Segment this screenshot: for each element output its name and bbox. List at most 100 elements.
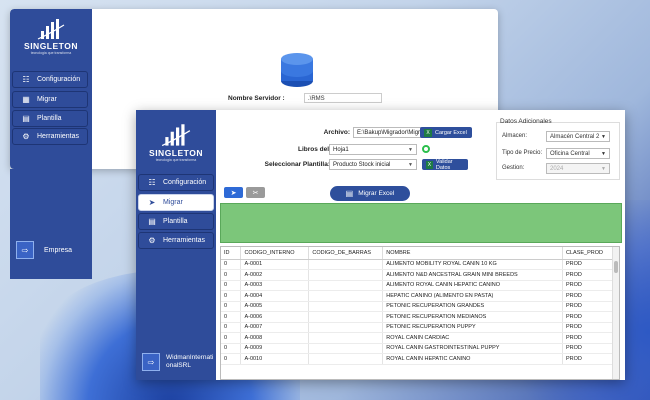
table-cell[interactable]: PETONIC RECUPERATION PUPPY <box>382 322 564 333</box>
table-cell[interactable]: PROD <box>562 280 613 291</box>
nav-label: Herramientas <box>37 133 80 140</box>
table-cell[interactable]: ALIMENTO ROYAL CANIN HEPATIC CANINO <box>382 280 564 291</box>
table-row[interactable]: 0 A-0009 ROYAL CANIN GASTROINTESTINAL PUPP… <box>221 343 613 354</box>
table-cell[interactable]: 0 <box>221 322 242 333</box>
plantilla-select[interactable]: Producto Stock inicial ▼ <box>329 159 417 170</box>
back-nav-migrar[interactable]: ▦ Migrar <box>12 91 88 108</box>
back-nav-configuracion[interactable]: ☷ Configuración <box>12 71 88 88</box>
table-cell[interactable]: PETONIC RECUPERATION GRANDES <box>382 301 564 312</box>
company-selector[interactable]: ⇨ WidmanInternationalSRL <box>142 353 216 371</box>
table-cell[interactable]: PROD <box>562 343 613 354</box>
table-row[interactable]: 0 A-0005 PETONIC RECUPERATION GRANDES PROD <box>221 301 613 312</box>
archivo-label: Archivo: <box>323 129 350 136</box>
table-cell[interactable]: PROD <box>562 259 613 270</box>
table-cell[interactable] <box>308 301 384 312</box>
table-cell[interactable]: PROD <box>562 311 613 323</box>
button-label: Validar Datos <box>435 158 453 171</box>
plantilla-value: Producto Stock inicial <box>333 161 391 168</box>
table-cell[interactable]: A-0004 <box>240 290 310 302</box>
table-cell[interactable] <box>308 322 384 333</box>
table-cell[interactable]: A-0009 <box>240 343 310 354</box>
gestion-select[interactable]: 2024 ▼ <box>546 163 610 174</box>
clear-button[interactable]: ✂ <box>246 187 265 198</box>
column-header[interactable]: CLASE_PROD <box>562 247 613 260</box>
table-cell[interactable]: 0 <box>221 332 242 344</box>
scrollbar-thumb[interactable] <box>614 261 618 273</box>
table-row[interactable]: 0 A-0003 ALIMENTO ROYAL CANIN HEPATIC CANI… <box>221 280 613 291</box>
nav-plantilla[interactable]: ▤ Plantilla <box>138 213 214 230</box>
table-cell[interactable]: ROYAL CANIN GASTROINTESTINAL PUPPY <box>382 343 564 354</box>
tipo-precio-select[interactable]: Oficina Central ▼ <box>546 148 610 159</box>
table-row[interactable]: 0 A-0006 PETONIC RECUPERATION MEDIANOS PROD <box>221 311 613 323</box>
almacen-select[interactable]: Almacén Central 2 ▼ <box>546 131 610 142</box>
table-cell[interactable]: ROYAL CANIN HEPATIC CANINO <box>382 353 564 365</box>
table-cell[interactable]: A-0003 <box>240 280 310 291</box>
nav-migrar[interactable]: ➤ Migrar <box>138 194 214 211</box>
document-icon: ▤ <box>148 217 156 226</box>
cargar-excel-button[interactable]: X Cargar Excel <box>420 127 472 138</box>
table-cell[interactable]: 0 <box>221 269 242 281</box>
table-cell[interactable] <box>308 353 384 365</box>
table-cell[interactable]: 0 <box>221 311 242 323</box>
table-cell[interactable]: 0 <box>221 301 242 312</box>
table-cell[interactable]: PETONIC RECUPERATION MEDIANOS <box>382 311 564 323</box>
nav-configuracion[interactable]: ☷ Configuración <box>138 174 214 191</box>
company-selector[interactable]: ⇨ Empresa <box>16 241 72 259</box>
data-grid[interactable]: ID CODIGO_INTERNO CODIGO_DE_BARRAS NOMBR… <box>220 246 620 380</box>
back-nav-plantilla[interactable]: ▤ Plantilla <box>12 110 88 127</box>
table-row[interactable]: 0 A-0004 HEPATIC CANINO (ALIMENTO EN PASTA… <box>221 290 613 302</box>
send-button[interactable]: ➤ <box>224 187 243 198</box>
column-header[interactable]: CODIGO_INTERNO <box>240 247 310 260</box>
libros-select[interactable]: Hoja1 ▼ <box>329 144 417 155</box>
table-row[interactable]: 0 A-0007 PETONIC RECUPERATION PUPPY PROD <box>221 322 613 333</box>
table-cell[interactable] <box>308 259 384 270</box>
table-cell[interactable]: PROD <box>562 269 613 281</box>
table-cell[interactable] <box>308 343 384 354</box>
table-cell[interactable]: A-0007 <box>240 322 310 333</box>
validar-datos-button[interactable]: X Validar Datos <box>422 158 468 171</box>
logo-bars-icon <box>161 124 191 147</box>
table-cell[interactable]: PROD <box>562 332 613 344</box>
table-cell[interactable]: 0 <box>221 280 242 291</box>
table-cell[interactable] <box>308 269 384 281</box>
table-cell[interactable]: 0 <box>221 259 242 270</box>
table-cell[interactable]: A-0006 <box>240 311 310 323</box>
table-cell[interactable] <box>308 280 384 291</box>
brand-name: SINGLETON <box>149 148 203 158</box>
nav-herramientas[interactable]: ⚙ Herramientas <box>138 232 214 249</box>
table-row[interactable]: 0 A-0002 ALIMENTO N&D ANCESTRAL GRAIN MINI… <box>221 269 613 281</box>
table-cell[interactable]: 0 <box>221 353 242 365</box>
table-cell[interactable]: ALIMENTO MOBILITY ROYAL CANIN 10 KG <box>382 259 564 270</box>
table-cell[interactable]: A-0010 <box>240 353 310 365</box>
table-cell[interactable]: 0 <box>221 290 242 302</box>
migrar-excel-button[interactable]: ▤ Migrar Excel <box>330 186 410 201</box>
table-cell[interactable]: A-0008 <box>240 332 310 344</box>
table-row[interactable]: 0 A-0010 ROYAL CANIN HEPATIC CANINO PROD <box>221 353 613 365</box>
column-header[interactable]: NOMBRE <box>382 247 564 260</box>
server-name-input[interactable]: .\RMS <box>304 93 382 103</box>
table-cell[interactable]: A-0005 <box>240 301 310 312</box>
refresh-icon[interactable] <box>422 145 430 153</box>
table-cell[interactable]: PROD <box>562 301 613 312</box>
column-header[interactable]: CODIGO_DE_BARRAS <box>308 247 384 260</box>
table-cell[interactable]: HEPATIC CANINO (ALIMENTO EN PASTA) <box>382 290 564 302</box>
table-cell[interactable]: ALIMENTO N&D ANCESTRAL GRAIN MINI BREEDS <box>382 269 564 281</box>
column-header[interactable]: ID <box>221 247 242 260</box>
vertical-scrollbar[interactable] <box>612 247 619 379</box>
tipo-precio-label: Tipo de Precio: <box>502 150 543 156</box>
table-cell[interactable]: A-0001 <box>240 259 310 270</box>
table-cell[interactable]: PROD <box>562 322 613 333</box>
table-cell[interactable]: PROD <box>562 290 613 302</box>
table-row[interactable]: 0 A-0001 ALIMENTO MOBILITY ROYAL CANIN 10 … <box>221 259 613 270</box>
table-row[interactable]: 0 A-0008 ROYAL CANIN CARDIAC PROD <box>221 332 613 344</box>
brand-logo: SINGLETON tecnologia que transforma <box>136 124 216 162</box>
table-cell[interactable]: PROD <box>562 353 613 365</box>
table-cell[interactable] <box>308 332 384 344</box>
table-cell[interactable] <box>308 311 384 323</box>
table-cell[interactable]: A-0002 <box>240 269 310 281</box>
plantilla-label: Seleccionar Plantilla: <box>264 161 330 168</box>
back-nav-herramientas[interactable]: ⚙ Herramientas <box>12 128 88 145</box>
table-cell[interactable]: 0 <box>221 343 242 354</box>
table-cell[interactable]: ROYAL CANIN CARDIAC <box>382 332 564 344</box>
table-cell[interactable] <box>308 290 384 302</box>
